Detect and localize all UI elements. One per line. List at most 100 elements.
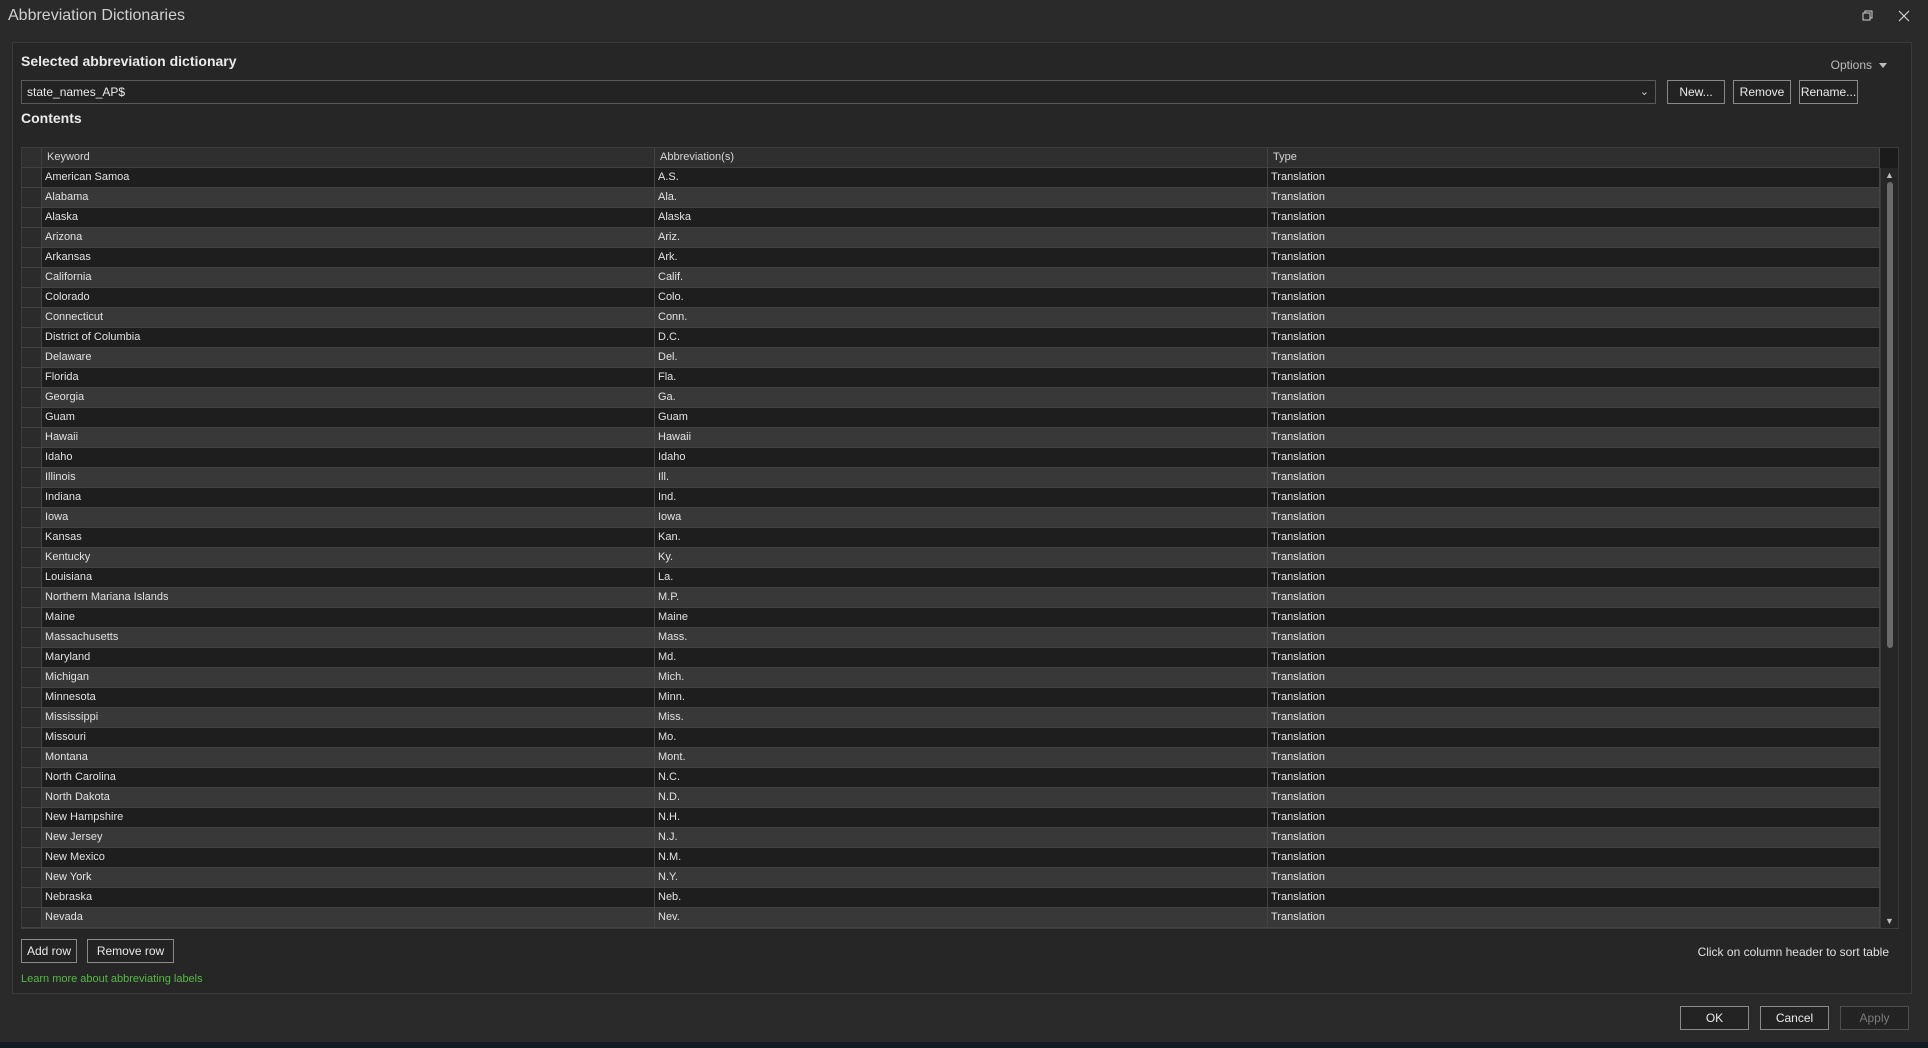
- keyword-cell[interactable]: New Hampshire: [42, 808, 655, 827]
- keyword-cell[interactable]: Alaska: [42, 208, 655, 227]
- table-row[interactable]: Georgia Ga. Translation: [22, 388, 1880, 408]
- type-cell[interactable]: Translation: [1268, 788, 1880, 807]
- rename-dictionary-button[interactable]: Rename...: [1799, 80, 1858, 104]
- table-row[interactable]: Alabama Ala. Translation: [22, 188, 1880, 208]
- abbreviation-cell[interactable]: Neb.: [655, 888, 1268, 907]
- abbreviation-cell[interactable]: Alaska: [655, 208, 1268, 227]
- row-selector[interactable]: [22, 628, 42, 647]
- keyword-cell[interactable]: Guam: [42, 408, 655, 427]
- keyword-cell[interactable]: Mississippi: [42, 708, 655, 727]
- type-cell[interactable]: Translation: [1268, 868, 1880, 887]
- apply-button[interactable]: Apply: [1840, 1006, 1909, 1030]
- keyword-cell[interactable]: North Dakota: [42, 788, 655, 807]
- row-selector[interactable]: [22, 228, 42, 247]
- table-row[interactable]: Idaho Idaho Translation: [22, 448, 1880, 468]
- table-row[interactable]: North Dakota N.D. Translation: [22, 788, 1880, 808]
- table-row[interactable]: California Calif. Translation: [22, 268, 1880, 288]
- column-header-abbreviations[interactable]: Abbreviation(s): [655, 148, 1268, 167]
- row-selector[interactable]: [22, 568, 42, 587]
- abbreviation-cell[interactable]: Ind.: [655, 488, 1268, 507]
- remove-row-button[interactable]: Remove row: [87, 939, 174, 963]
- abbreviation-cell[interactable]: N.D.: [655, 788, 1268, 807]
- table-row[interactable]: Arkansas Ark. Translation: [22, 248, 1880, 268]
- table-row[interactable]: Nevada Nev. Translation: [22, 908, 1880, 928]
- table-row[interactable]: Guam Guam Translation: [22, 408, 1880, 428]
- abbreviation-cell[interactable]: Miss.: [655, 708, 1268, 727]
- abbreviation-cell[interactable]: Idaho: [655, 448, 1268, 467]
- abbreviation-cell[interactable]: M.P.: [655, 588, 1268, 607]
- row-selector[interactable]: [22, 588, 42, 607]
- ok-button[interactable]: OK: [1680, 1006, 1749, 1030]
- vertical-scrollbar[interactable]: ▲ ▼: [1880, 168, 1898, 928]
- row-selector[interactable]: [22, 428, 42, 447]
- row-selector[interactable]: [22, 408, 42, 427]
- table-row[interactable]: Alaska Alaska Translation: [22, 208, 1880, 228]
- column-header-keyword[interactable]: Keyword: [42, 148, 655, 167]
- abbreviation-cell[interactable]: Mich.: [655, 668, 1268, 687]
- table-row[interactable]: Missouri Mo. Translation: [22, 728, 1880, 748]
- close-icon[interactable]: [1894, 6, 1914, 26]
- type-cell[interactable]: Translation: [1268, 828, 1880, 847]
- table-row[interactable]: Maryland Md. Translation: [22, 648, 1880, 668]
- type-cell[interactable]: Translation: [1268, 748, 1880, 767]
- table-row[interactable]: New Hampshire N.H. Translation: [22, 808, 1880, 828]
- abbreviation-cell[interactable]: Mo.: [655, 728, 1268, 747]
- table-row[interactable]: District of Columbia D.C. Translation: [22, 328, 1880, 348]
- keyword-cell[interactable]: Nebraska: [42, 888, 655, 907]
- row-selector[interactable]: [22, 528, 42, 547]
- abbreviation-cell[interactable]: N.Y.: [655, 868, 1268, 887]
- table-row[interactable]: Arizona Ariz. Translation: [22, 228, 1880, 248]
- type-cell[interactable]: Translation: [1268, 428, 1880, 447]
- row-selector[interactable]: [22, 708, 42, 727]
- table-row[interactable]: Montana Mont. Translation: [22, 748, 1880, 768]
- abbreviation-cell[interactable]: Nev.: [655, 908, 1268, 927]
- abbreviation-cell[interactable]: Calif.: [655, 268, 1268, 287]
- abbreviation-cell[interactable]: Del.: [655, 348, 1268, 367]
- type-cell[interactable]: Translation: [1268, 488, 1880, 507]
- type-cell[interactable]: Translation: [1268, 388, 1880, 407]
- abbreviation-cell[interactable]: Conn.: [655, 308, 1268, 327]
- new-dictionary-button[interactable]: New...: [1667, 80, 1725, 104]
- keyword-cell[interactable]: Kansas: [42, 528, 655, 547]
- keyword-cell[interactable]: Hawaii: [42, 428, 655, 447]
- abbreviation-cell[interactable]: D.C.: [655, 328, 1268, 347]
- abbreviation-cell[interactable]: Ill.: [655, 468, 1268, 487]
- column-header-type[interactable]: Type: [1268, 148, 1880, 167]
- keyword-cell[interactable]: Florida: [42, 368, 655, 387]
- table-row[interactable]: Iowa Iowa Translation: [22, 508, 1880, 528]
- row-selector[interactable]: [22, 728, 42, 747]
- table-row[interactable]: Mississippi Miss. Translation: [22, 708, 1880, 728]
- row-selector[interactable]: [22, 268, 42, 287]
- table-row[interactable]: Kansas Kan. Translation: [22, 528, 1880, 548]
- row-selector[interactable]: [22, 488, 42, 507]
- row-selector[interactable]: [22, 608, 42, 627]
- type-cell[interactable]: Translation: [1268, 688, 1880, 707]
- abbreviation-cell[interactable]: Ala.: [655, 188, 1268, 207]
- abbreviation-cell[interactable]: Minn.: [655, 688, 1268, 707]
- row-selector[interactable]: [22, 548, 42, 567]
- abbreviation-cell[interactable]: Iowa: [655, 508, 1268, 527]
- row-selector[interactable]: [22, 188, 42, 207]
- dictionary-select[interactable]: state_names_AP$ ⌄: [21, 80, 1656, 104]
- row-selector[interactable]: [22, 468, 42, 487]
- type-cell[interactable]: Translation: [1268, 468, 1880, 487]
- row-selector[interactable]: [22, 288, 42, 307]
- type-cell[interactable]: Translation: [1268, 308, 1880, 327]
- table-row[interactable]: New York N.Y. Translation: [22, 868, 1880, 888]
- keyword-cell[interactable]: American Samoa: [42, 168, 655, 187]
- type-cell[interactable]: Translation: [1268, 328, 1880, 347]
- table-row[interactable]: Indiana Ind. Translation: [22, 488, 1880, 508]
- type-cell[interactable]: Translation: [1268, 808, 1880, 827]
- keyword-cell[interactable]: Georgia: [42, 388, 655, 407]
- type-cell[interactable]: Translation: [1268, 268, 1880, 287]
- row-selector[interactable]: [22, 388, 42, 407]
- type-cell[interactable]: Translation: [1268, 208, 1880, 227]
- table-row[interactable]: Florida Fla. Translation: [22, 368, 1880, 388]
- scroll-up-icon[interactable]: ▲: [1881, 168, 1898, 182]
- keyword-cell[interactable]: Connecticut: [42, 308, 655, 327]
- type-cell[interactable]: Translation: [1268, 528, 1880, 547]
- keyword-cell[interactable]: Arizona: [42, 228, 655, 247]
- type-cell[interactable]: Translation: [1268, 548, 1880, 567]
- abbreviation-cell[interactable]: N.M.: [655, 848, 1268, 867]
- scroll-down-icon[interactable]: ▼: [1881, 914, 1898, 928]
